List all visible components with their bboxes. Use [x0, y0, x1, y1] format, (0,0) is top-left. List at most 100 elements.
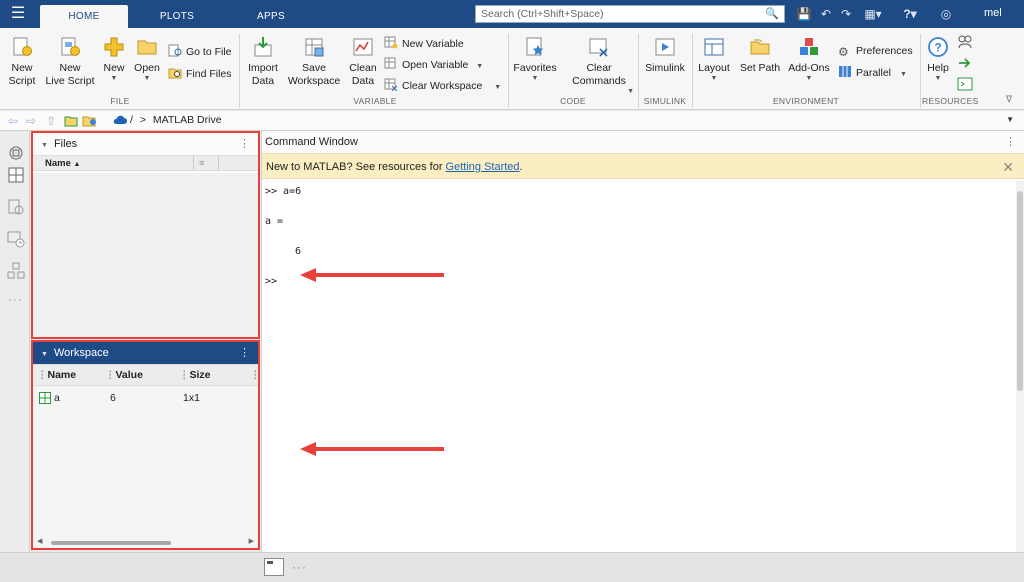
- files-list[interactable]: [33, 173, 258, 337]
- search-icon: 🔍: [765, 8, 779, 20]
- drag-handle-icon: ⋮: [179, 369, 190, 381]
- import-data-button[interactable]: Import Data: [244, 36, 282, 88]
- workspace-column-header: ⋮Name ⋮Value ⋮Size ⋮: [33, 364, 261, 386]
- add-ons-panel-icon[interactable]: [7, 262, 25, 280]
- search-input[interactable]: Search (Ctrl+Shift+Space) 🔍: [475, 5, 785, 23]
- clean-data-button[interactable]: Clean Data: [346, 36, 380, 88]
- save-workspace-button[interactable]: Save Workspace: [286, 36, 342, 88]
- panel-toggle-icon[interactable]: [264, 558, 284, 576]
- group-divider: [508, 34, 509, 108]
- clear-commands-icon: [589, 38, 608, 57]
- switch-windows-icon[interactable]: ▦▾: [862, 6, 884, 22]
- more-icon[interactable]: ···: [8, 292, 23, 306]
- close-icon[interactable]: ✕: [1002, 154, 1014, 180]
- files-icon[interactable]: [7, 144, 25, 162]
- kebab-menu-icon[interactable]: ⋮: [239, 133, 250, 155]
- preferences-button[interactable]: ⚙ Preferences: [838, 44, 913, 59]
- undo-icon[interactable]: ↶: [818, 6, 834, 22]
- getting-started-link[interactable]: Getting Started: [446, 161, 520, 173]
- browse-folder-icon[interactable]: [64, 113, 78, 127]
- help-icon[interactable]: ?▾: [898, 6, 922, 22]
- open-button[interactable]: Open ▼: [132, 36, 162, 83]
- request-support-icon[interactable]: [957, 55, 973, 71]
- tab-home[interactable]: HOME: [40, 5, 128, 28]
- table-row[interactable]: a 6 1x1: [33, 389, 258, 407]
- parallel-label: Parallel: [856, 67, 892, 79]
- tab-apps[interactable]: APPS: [226, 5, 316, 28]
- project-icon[interactable]: [7, 198, 25, 216]
- save-icon[interactable]: 💾: [796, 6, 812, 22]
- collapse-ribbon-icon[interactable]: ∇: [1006, 94, 1012, 105]
- files-panel-header[interactable]: ▼ Files ⋮: [33, 133, 258, 155]
- community-icon[interactable]: [957, 34, 973, 50]
- vertical-scrollbar[interactable]: [1016, 181, 1024, 552]
- parallel-button[interactable]: Parallel ▼: [838, 65, 907, 82]
- column-value[interactable]: ⋮Value: [105, 365, 143, 386]
- layout-button[interactable]: Layout ▼: [696, 36, 732, 83]
- more-icon[interactable]: ···: [292, 560, 307, 574]
- drag-handle-icon[interactable]: ⋮: [250, 365, 261, 386]
- scrollbar-thumb[interactable]: [1017, 191, 1023, 391]
- new-script-label: New Script: [8, 62, 36, 87]
- command-window[interactable]: Command Window ⋮ New to MATLAB? See reso…: [261, 131, 1024, 552]
- new-live-script-button[interactable]: New Live Script: [44, 36, 96, 88]
- workspace-icon[interactable]: [7, 166, 25, 184]
- scrollbar-thumb[interactable]: [51, 541, 171, 545]
- breadcrumb-current[interactable]: MATLAB Drive: [153, 114, 222, 126]
- menu-icon[interactable]: ☰: [4, 3, 32, 25]
- clear-workspace-button[interactable]: Clear Workspace ▼: [384, 78, 501, 95]
- variable-size: 1x1: [183, 392, 200, 404]
- forward-icon[interactable]: ⇨: [26, 113, 36, 129]
- status-bar: ···: [0, 552, 1024, 582]
- kebab-menu-icon[interactable]: ⋮: [239, 342, 250, 364]
- column-size[interactable]: ⋮Size: [179, 365, 211, 386]
- kebab-menu-icon[interactable]: ⋮: [1005, 131, 1016, 153]
- redo-icon[interactable]: ↷: [838, 6, 854, 22]
- collapse-icon[interactable]: ▼: [41, 142, 48, 149]
- find-files-button[interactable]: Find Files: [168, 66, 232, 81]
- new-script-button[interactable]: New Script: [4, 36, 40, 88]
- clear-commands-button[interactable]: Clear Commands ▼: [564, 36, 634, 95]
- chevron-down-icon[interactable]: ▼: [1006, 115, 1014, 124]
- command-prompt[interactable]: >>: [265, 276, 277, 287]
- workspace-panel: ▼ Workspace ⋮ ⋮Name ⋮Value ⋮Size ⋮ a 6 1x…: [31, 340, 261, 550]
- new-button[interactable]: New ▼: [100, 36, 128, 83]
- up-folder-icon[interactable]: ⇧: [46, 113, 56, 129]
- column-chooser-icon[interactable]: ≡: [199, 156, 205, 171]
- learn-matlab-icon[interactable]: [957, 76, 973, 92]
- column-divider[interactable]: [218, 156, 219, 170]
- set-path-icon: [750, 39, 770, 55]
- back-icon[interactable]: ⇦: [8, 113, 18, 129]
- set-path-button[interactable]: Set Path: [738, 36, 782, 75]
- workspace-panel-header[interactable]: ▼ Workspace ⋮: [33, 342, 258, 364]
- new-variable-button[interactable]: New Variable: [384, 36, 464, 51]
- history-icon[interactable]: [7, 230, 25, 248]
- search-folder-icon[interactable]: [82, 113, 98, 127]
- command-window-header[interactable]: Command Window ⋮: [262, 131, 1024, 153]
- column-name[interactable]: Name ▲: [45, 156, 80, 172]
- column-name[interactable]: ⋮Name: [37, 365, 76, 386]
- scroll-left-icon[interactable]: ◀: [37, 537, 42, 545]
- notifications-icon[interactable]: ◎: [938, 6, 954, 22]
- tab-plots[interactable]: PLOTS: [134, 5, 220, 28]
- chevron-down-icon: ▼: [494, 84, 502, 91]
- horizontal-scrollbar[interactable]: ◀ ▶: [37, 537, 254, 546]
- set-path-label: Set Path: [739, 62, 781, 74]
- favorites-label: Favorites: [513, 62, 557, 74]
- simulink-button[interactable]: Simulink: [642, 36, 688, 75]
- help-button[interactable]: ? Help ▼: [924, 36, 952, 83]
- collapse-icon[interactable]: ▼: [41, 351, 48, 358]
- user-name[interactable]: mel: [984, 7, 1002, 19]
- scroll-right-icon[interactable]: ▶: [249, 537, 254, 545]
- add-ons-button[interactable]: Add-Ons ▼: [786, 36, 832, 83]
- add-ons-icon: [800, 38, 818, 55]
- go-to-file-button[interactable]: Go to File: [168, 44, 232, 59]
- open-variable-button[interactable]: Open Variable ▼: [384, 57, 483, 74]
- breadcrumb-root[interactable]: /: [130, 114, 133, 126]
- favorites-button[interactable]: Favorites ▼: [512, 36, 558, 83]
- folder-icon: [137, 40, 157, 55]
- layout-label: Layout: [698, 62, 730, 74]
- column-divider[interactable]: [193, 156, 194, 170]
- breadcrumb[interactable]: / > MATLAB Drive: [130, 114, 222, 126]
- drag-handle-icon: ⋮: [105, 369, 116, 381]
